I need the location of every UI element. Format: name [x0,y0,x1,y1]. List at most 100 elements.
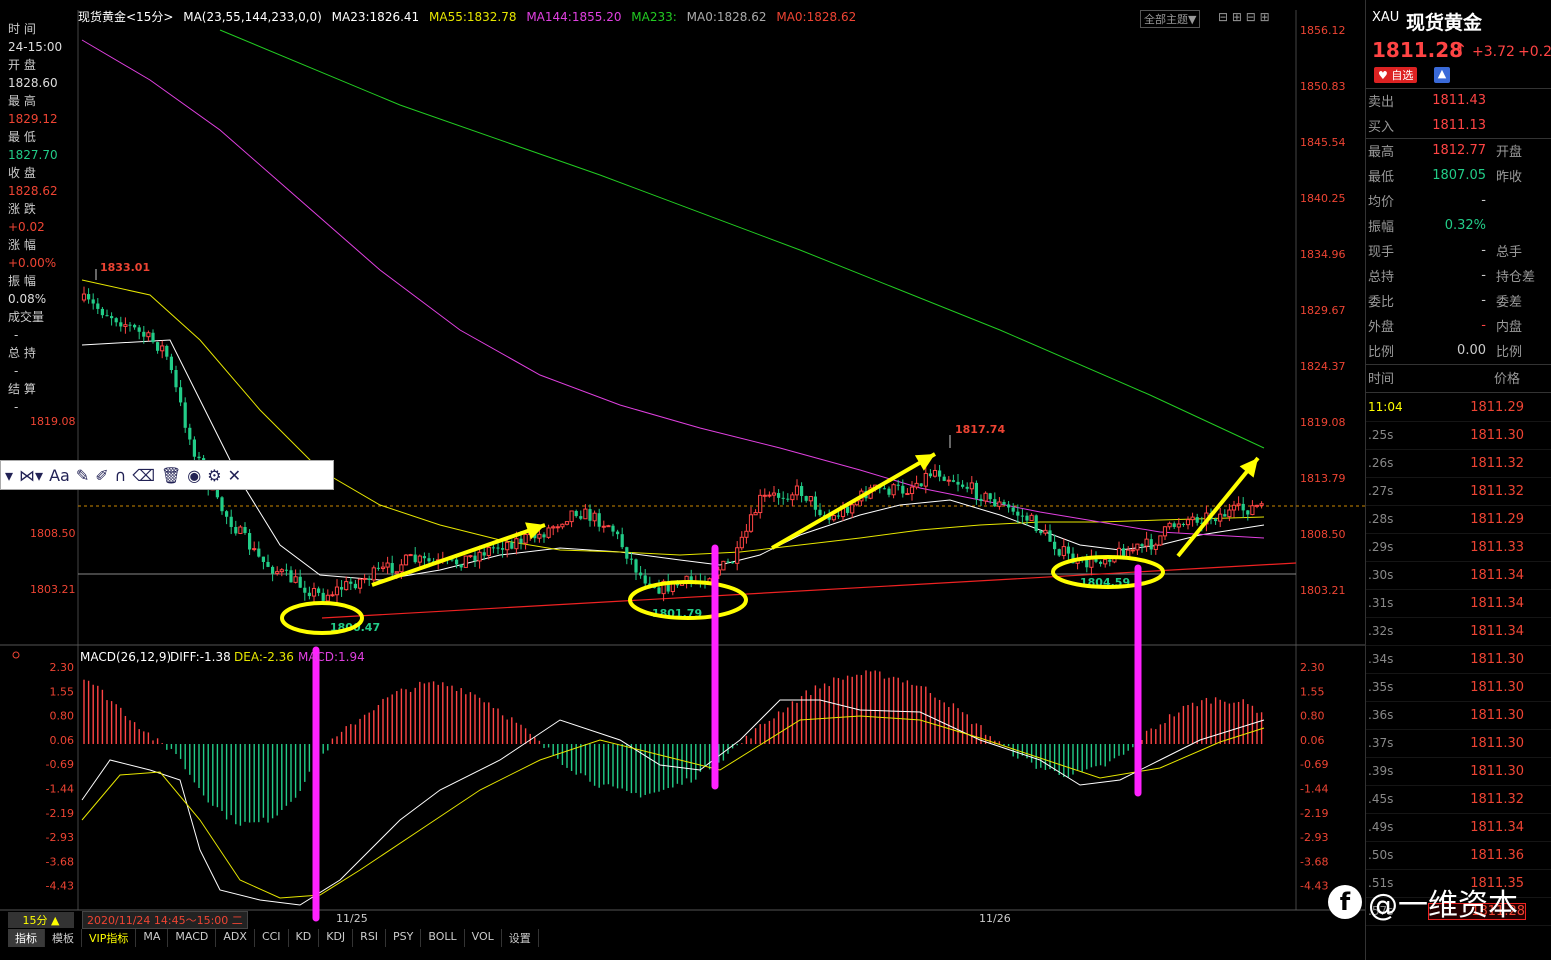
font-tool[interactable]: Aa [49,466,70,485]
candle-body [836,515,840,517]
macd-axis-label: -1.44 [1300,783,1328,796]
candle-body [643,575,647,584]
tab-kdj[interactable]: KDJ [319,929,354,947]
tab-vip[interactable]: VIP指标 [82,929,137,947]
candle-body [781,497,785,499]
candle-body [606,525,611,528]
candle-body [1099,561,1103,564]
candle-body [1130,549,1135,552]
candle-body [560,523,565,528]
last-price: 1811.28 [1372,38,1464,62]
candle-body [160,345,165,352]
ma233-line [219,29,1265,449]
candle-body [850,504,855,514]
candle-body [758,494,763,514]
candle-body [100,308,104,316]
magnet-icon[interactable]: ∩ [115,466,127,485]
collapse-icon[interactable]: ▾ [5,466,13,485]
oi-label: 总 持 [8,346,36,360]
candle-body [932,469,938,477]
tab-macd[interactable]: MACD [168,929,217,947]
candle-body [1144,538,1149,547]
tick-price: 1811.34 [1470,567,1524,583]
window-controls-icon[interactable]: ⊟ ⊞ ⊟ ⊞ [1218,10,1270,24]
hand-label: 现手 [1368,245,1395,260]
symbol-label[interactable]: 现货黄金<15分> [78,10,173,24]
tab-vol[interactable]: VOL [465,929,502,947]
outer-label: 外盘 [1368,320,1395,335]
candle-body [81,293,87,301]
candle-body [371,567,376,581]
candle-body [215,488,219,498]
macd-axis-label: -2.93 [46,831,74,844]
tab-template[interactable]: 模板 [45,929,82,947]
tick-price: 1811.30 [1470,735,1524,751]
candle-body [399,564,404,573]
close-icon[interactable]: ✕ [228,466,241,485]
tick-price: 1811.34 [1470,595,1524,611]
commission-ratio-value: - [1481,293,1486,308]
tick-price: 1811.32 [1470,455,1524,471]
node-tool-icon[interactable]: ⋈▾ [19,466,43,485]
low-label: 最 低 [8,130,36,144]
tab-rsi[interactable]: RSI [353,929,387,947]
tab-settings[interactable]: 设置 [502,929,539,947]
trash-icon[interactable]: 🗑 [161,466,181,485]
proportion-value: 0.00 [1457,343,1486,358]
candle-body [473,555,477,561]
bar-info-panel: 时 间 24-15:00 开 盘 1828.60 最 高 1829.12 最 低… [8,20,74,416]
candle-body [762,494,767,497]
tab-psy[interactable]: PSY [386,929,422,947]
tab-kd[interactable]: KD [289,929,320,947]
candle-body [896,484,900,486]
eraser-icon[interactable]: ⌫ [132,466,155,485]
candle-body [592,512,597,522]
candle-body [767,494,772,497]
price-change: +3.72 [1472,44,1515,60]
tab-ma[interactable]: MA [136,929,169,947]
tick-time: .32s [1368,624,1394,638]
ma55-line [81,279,1265,556]
candle-body [1140,544,1144,547]
tick-time: .36s [1368,708,1394,722]
brush-icon[interactable]: ✐ [95,466,108,485]
theme-selector[interactable]: 全部主题▼ [1140,10,1201,28]
tab-indicator[interactable]: 指标 [8,929,45,947]
price-axis-label: 1803.21 [1300,584,1346,597]
period-selector[interactable]: 15分 ▲ [8,912,74,928]
candle-body [225,511,229,517]
candle-body [123,324,128,327]
macd-axis-label: -1.44 [46,783,74,796]
pen-icon[interactable]: ✎ [76,466,89,485]
candle-body [261,556,265,562]
macd-axis-label: 0.06 [50,734,75,747]
open-interest-value: - [1481,268,1486,283]
candle-body [376,567,380,569]
favorite-button[interactable]: ♥ 自选 [1374,67,1418,83]
gear-icon[interactable]: ⚙ [207,466,221,485]
candle-body [142,331,146,337]
candle-body [1103,559,1108,565]
tab-boll[interactable]: BOLL [421,929,465,947]
candle-body [1108,559,1112,562]
candle-body [909,486,915,495]
price-axis-label: 1824.37 [1300,360,1346,373]
tick-row: .26s 1811.32 [1366,449,1551,478]
eye-icon[interactable]: ◉ [187,466,201,485]
candle-body [188,427,192,440]
bell-icon[interactable]: ▲ [1434,67,1450,83]
candle-body [813,496,817,510]
candle-body [266,561,270,567]
candle-body [510,542,514,549]
tab-cci[interactable]: CCI [255,929,289,947]
tick-price: 1811.34 [1470,623,1524,639]
candle-body [808,496,813,502]
tick-time: .25s [1368,428,1394,442]
candle-body [969,482,974,490]
price-axis-label: 1856.12 [1300,24,1346,37]
candle-body [1167,522,1172,528]
candle-body [657,587,661,594]
tick-time: .35s [1368,680,1394,694]
tab-adx[interactable]: ADX [216,929,255,947]
close-label: 收 盘 [8,166,36,180]
